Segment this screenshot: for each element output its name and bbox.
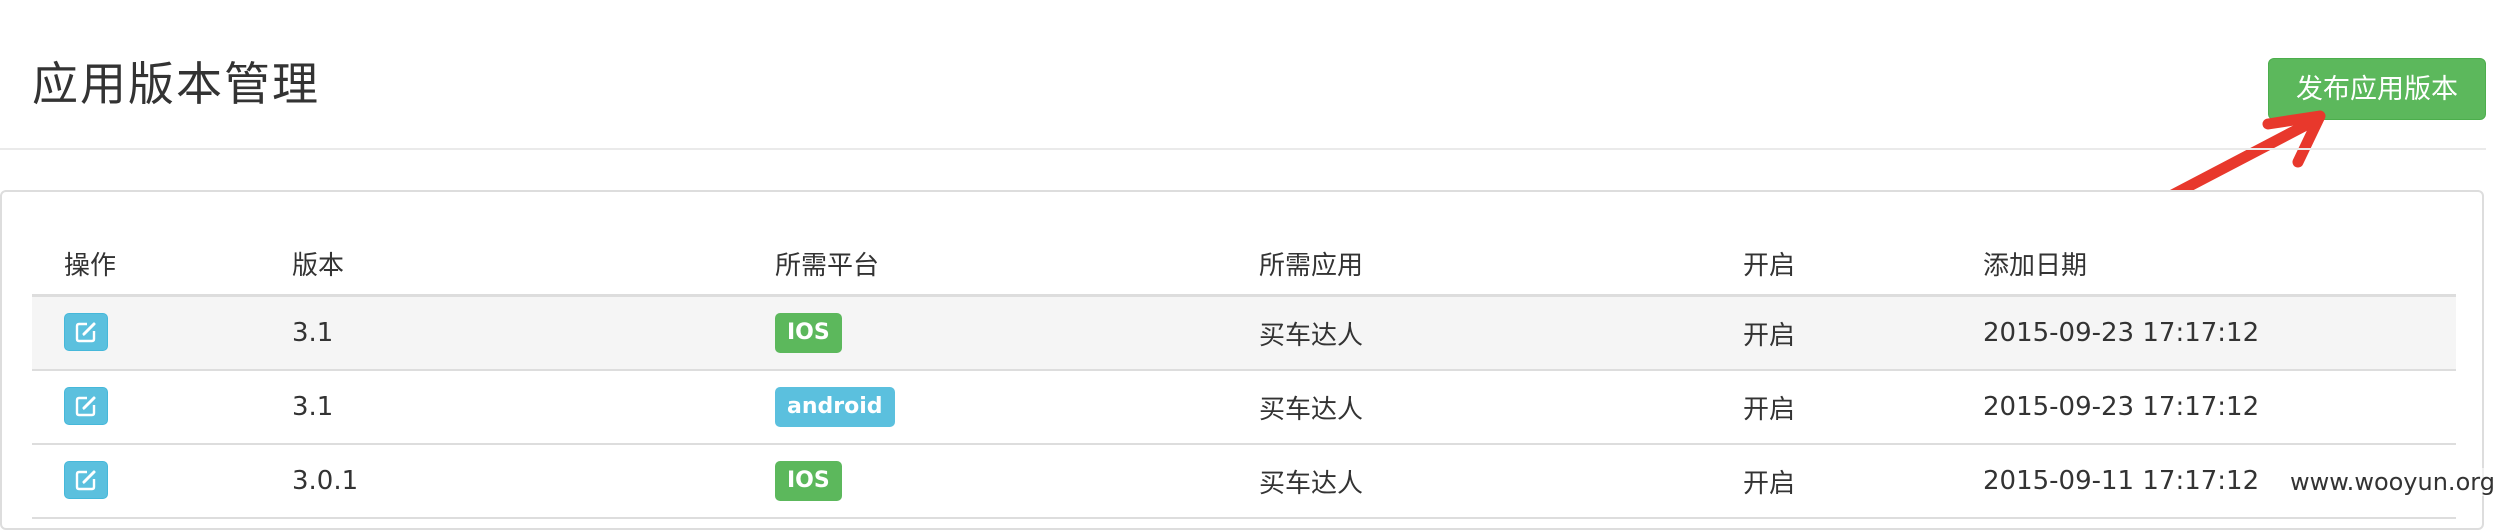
platform-cell: IOS [743,444,1227,519]
table-header-row: 操作 版本 所需平台 所需应用 开启 添加日期 [32,232,2456,297]
date-cell: 2015-09-23 17:17:12 [1951,295,2456,371]
action-cell [32,295,260,371]
column-header-platform: 所需平台 [743,232,1227,297]
version-cell: 3.1 [260,370,743,445]
versions-panel: 操作 版本 所需平台 所需应用 开启 添加日期 3.1 IOS 买车达人 开启 … [0,190,2484,530]
table-row: 3.0.1 IOS 买车达人 开启 2015-09-11 17:17:12 [32,444,2456,519]
enabled-cell: 开启 [1711,370,1951,445]
app-cell: 买车达人 [1227,444,1711,519]
table-row: 3.1 android 买车达人 开启 2015-09-23 17:17:12 [32,370,2456,445]
version-cell: 3.0.1 [260,444,743,519]
platform-badge: IOS [775,313,842,353]
platform-cell: IOS [743,295,1227,371]
column-header-action: 操作 [32,232,260,297]
edit-icon [75,470,96,490]
platform-badge: IOS [775,461,842,501]
edit-button[interactable] [64,386,108,425]
date-cell: 2015-09-23 17:17:12 [1951,370,2456,445]
table-row: 3.1 IOS 买车达人 开启 2015-09-23 17:17:12 [32,295,2456,371]
enabled-cell: 开启 [1711,295,1951,371]
column-header-date: 添加日期 [1951,232,2456,297]
edit-button[interactable] [64,460,108,499]
edit-button[interactable] [64,312,108,351]
version-cell: 3.1 [260,295,743,371]
versions-table: 操作 版本 所需平台 所需应用 开启 添加日期 3.1 IOS 买车达人 开启 … [32,232,2456,519]
edit-icon [75,322,96,342]
app-cell: 买车达人 [1227,295,1711,371]
column-header-version: 版本 [260,232,743,297]
header-divider [0,148,2486,150]
enabled-cell: 开启 [1711,444,1951,519]
column-header-enabled: 开启 [1711,232,1951,297]
page-title: 应用版本管理 [32,57,320,111]
edit-icon [75,396,96,416]
platform-cell: android [743,370,1227,445]
platform-badge: android [775,387,895,427]
action-cell [32,444,260,519]
watermark-text: www.wooyun.org [2290,468,2495,496]
app-cell: 买车达人 [1227,370,1711,445]
column-header-app: 所需应用 [1227,232,1711,297]
action-cell [32,370,260,445]
